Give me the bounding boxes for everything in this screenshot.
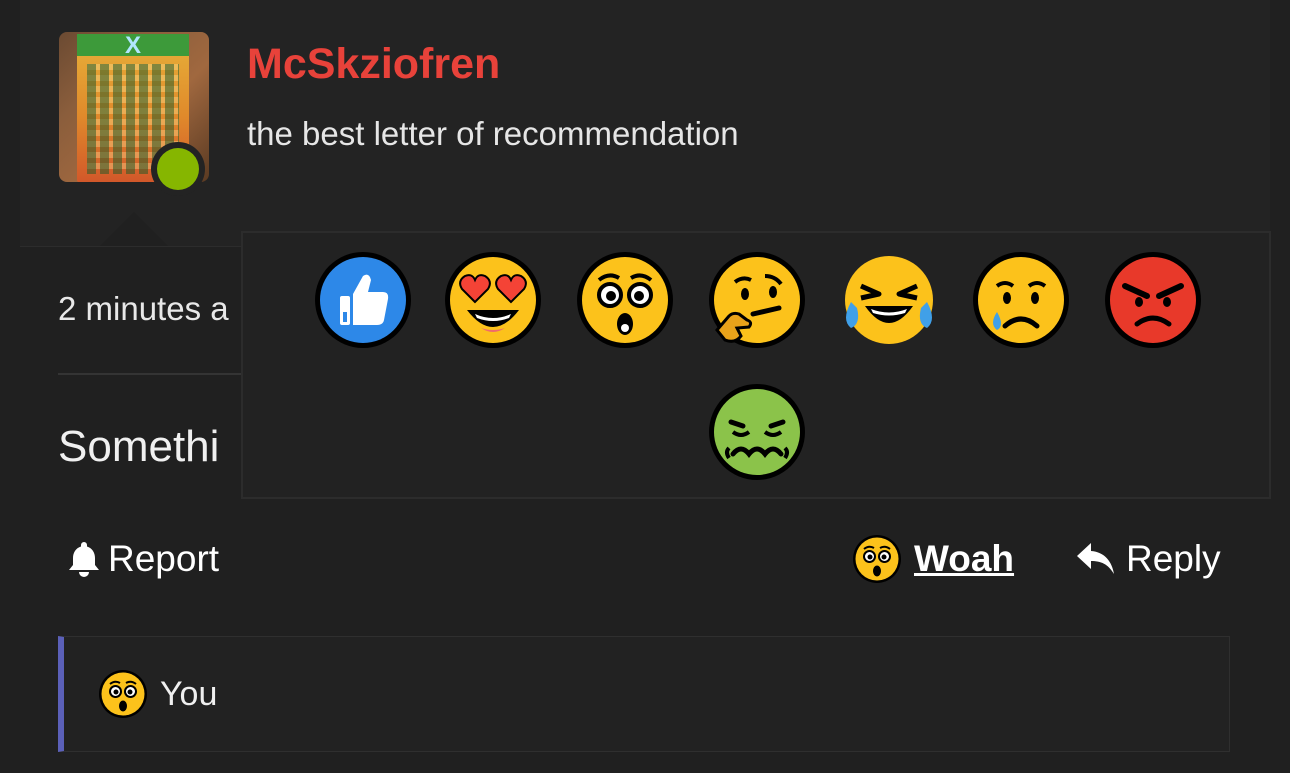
username[interactable]: McSkziofren (247, 40, 500, 89)
post-body: Somethi (58, 422, 220, 471)
reaction-button[interactable]: Woah (852, 534, 1014, 584)
post-card: X McSkziofren the best letter of recomme… (0, 0, 1290, 773)
like-emoji-icon[interactable] (313, 250, 413, 350)
header-pointer (100, 212, 168, 246)
reaction-list-item[interactable]: You (98, 669, 217, 719)
report-label: Report (108, 538, 220, 579)
thinking-emoji-icon[interactable] (707, 250, 807, 350)
avatar[interactable]: X (59, 32, 209, 196)
online-status-indicator (151, 142, 205, 196)
sick-emoji-icon[interactable] (707, 382, 807, 482)
reaction-label: Woah (914, 538, 1015, 579)
woah-emoji-icon (852, 534, 902, 584)
reply-arrow-icon (1076, 541, 1116, 577)
user-title: the best letter of recommendation (247, 115, 739, 152)
reaction-user: You (160, 674, 218, 713)
laughing-emoji-icon[interactable] (839, 250, 939, 350)
angry-emoji-icon[interactable] (1103, 250, 1203, 350)
report-button[interactable]: Report (66, 538, 219, 580)
sad-emoji-icon[interactable] (971, 250, 1071, 350)
reply-label: Reply (1126, 538, 1221, 579)
reaction-picker (241, 231, 1271, 499)
reactions-list: You (58, 636, 1230, 752)
love-emoji-icon[interactable] (443, 250, 543, 350)
post-timestamp: 2 minutes a (58, 290, 229, 327)
reply-button[interactable]: Reply (1076, 538, 1221, 580)
bell-icon (66, 540, 102, 578)
woah-emoji-icon (98, 669, 148, 719)
woah-emoji-icon[interactable] (575, 250, 675, 350)
